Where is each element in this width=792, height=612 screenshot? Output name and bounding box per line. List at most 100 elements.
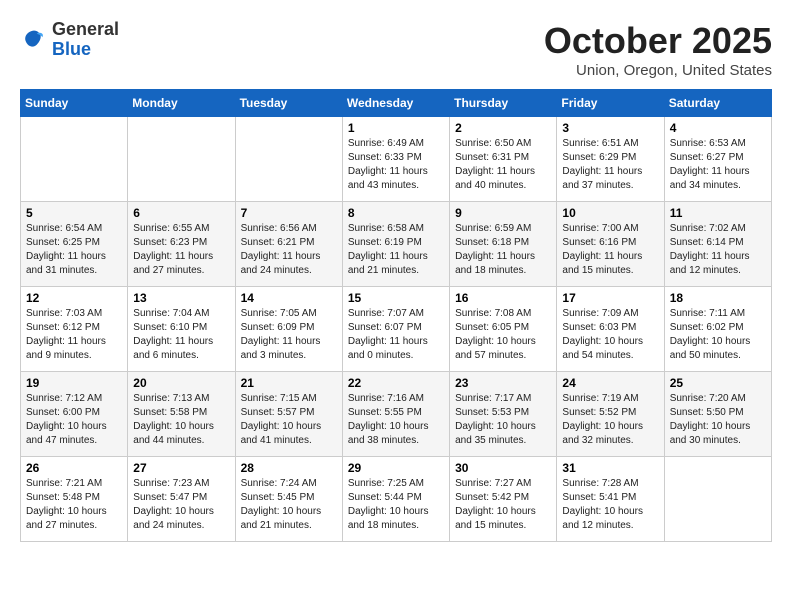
day-number: 18 (670, 291, 766, 305)
day-number: 9 (455, 206, 551, 220)
calendar-cell: 6 Sunrise: 6:55 AM Sunset: 6:23 PM Daylig… (128, 202, 235, 287)
day-number: 20 (133, 376, 229, 390)
day-number: 17 (562, 291, 658, 305)
day-info: Sunrise: 6:50 AM Sunset: 6:31 PM Dayligh… (455, 137, 551, 193)
logo-text: General Blue (52, 20, 119, 60)
calendar-cell: 13 Sunrise: 7:04 AM Sunset: 6:10 PM Dayli… (128, 287, 235, 372)
calendar-cell: 14 Sunrise: 7:05 AM Sunset: 6:09 PM Dayli… (235, 287, 342, 372)
day-info: Sunrise: 7:19 AM Sunset: 5:52 PM Dayligh… (562, 392, 658, 448)
calendar-cell: 28Sunrise: 7:24 AM Sunset: 5:45 PM Dayli… (235, 457, 342, 542)
day-info: Sunrise: 6:55 AM Sunset: 6:23 PM Dayligh… (133, 222, 229, 278)
calendar-cell: 29 Sunrise: 7:25 AM Sunset: 5:44 PM Dayli… (342, 457, 449, 542)
day-info: Sunrise: 7:03 AM Sunset: 6:12 PM Dayligh… (26, 307, 122, 363)
calendar-cell: 23 Sunrise: 7:17 AM Sunset: 5:53 PM Dayli… (450, 372, 557, 457)
weekday-header: Thursday (450, 90, 557, 117)
logo: General Blue (20, 20, 119, 60)
day-number: 21 (241, 376, 337, 390)
day-info: Sunrise: 7:11 AM Sunset: 6:02 PM Dayligh… (670, 307, 766, 363)
day-number: 7 (241, 206, 337, 220)
day-info: Sunrise: 7:00 AM Sunset: 6:16 PM Dayligh… (562, 222, 658, 278)
logo-bird-icon (20, 26, 48, 54)
day-info: Sunrise: 7:28 AM Sunset: 5:41 PM Dayligh… (562, 477, 658, 533)
day-number: 31 (562, 461, 658, 475)
day-number: 26 (26, 461, 122, 475)
day-number: 23 (455, 376, 551, 390)
weekday-header: Tuesday (235, 90, 342, 117)
weekday-header: Monday (128, 90, 235, 117)
day-info: Sunrise: 6:59 AM Sunset: 6:18 PM Dayligh… (455, 222, 551, 278)
day-number: 28 (241, 461, 337, 475)
day-info: Sunrise: 7:05 AM Sunset: 6:09 PM Dayligh… (241, 307, 337, 363)
logo-general: General (52, 19, 119, 39)
day-info: Sunrise: 6:51 AM Sunset: 6:29 PM Dayligh… (562, 137, 658, 193)
calendar-cell: 10 Sunrise: 7:00 AM Sunset: 6:16 PM Dayli… (557, 202, 664, 287)
day-number: 5 (26, 206, 122, 220)
day-info: Sunrise: 7:27 AM Sunset: 5:42 PM Dayligh… (455, 477, 551, 533)
weekday-header: Wednesday (342, 90, 449, 117)
day-number: 11 (670, 206, 766, 220)
calendar-subtitle: Union, Oregon, United States (544, 62, 772, 79)
calendar-cell: 27Sunrise: 7:23 AM Sunset: 5:47 PM Dayli… (128, 457, 235, 542)
day-info: Sunrise: 6:53 AM Sunset: 6:27 PM Dayligh… (670, 137, 766, 193)
calendar-cell: 25 Sunrise: 7:20 AM Sunset: 5:50 PM Dayli… (664, 372, 771, 457)
calendar-cell: 11Sunrise: 7:02 AM Sunset: 6:14 PM Dayli… (664, 202, 771, 287)
weekday-header: Sunday (21, 90, 128, 117)
day-number: 1 (348, 121, 444, 135)
calendar-cell: 16Sunrise: 7:08 AM Sunset: 6:05 PM Dayli… (450, 287, 557, 372)
day-info: Sunrise: 7:17 AM Sunset: 5:53 PM Dayligh… (455, 392, 551, 448)
day-info: Sunrise: 7:07 AM Sunset: 6:07 PM Dayligh… (348, 307, 444, 363)
day-number: 14 (241, 291, 337, 305)
day-info: Sunrise: 6:56 AM Sunset: 6:21 PM Dayligh… (241, 222, 337, 278)
calendar-cell: 8 Sunrise: 6:58 AM Sunset: 6:19 PM Daylig… (342, 202, 449, 287)
day-number: 6 (133, 206, 229, 220)
calendar-cell: 12 Sunrise: 7:03 AM Sunset: 6:12 PM Dayli… (21, 287, 128, 372)
day-number: 13 (133, 291, 229, 305)
day-info: Sunrise: 7:15 AM Sunset: 5:57 PM Dayligh… (241, 392, 337, 448)
calendar-cell: 31 Sunrise: 7:28 AM Sunset: 5:41 PM Dayli… (557, 457, 664, 542)
day-number: 8 (348, 206, 444, 220)
calendar-table: SundayMondayTuesdayWednesdayThursdayFrid… (20, 89, 772, 542)
calendar-cell: 17 Sunrise: 7:09 AM Sunset: 6:03 PM Dayli… (557, 287, 664, 372)
calendar-cell: 4 Sunrise: 6:53 AM Sunset: 6:27 PM Daylig… (664, 117, 771, 202)
logo-blue: Blue (52, 39, 91, 59)
day-info: Sunrise: 7:09 AM Sunset: 6:03 PM Dayligh… (562, 307, 658, 363)
calendar-cell: 22Sunrise: 7:16 AM Sunset: 5:55 PM Dayli… (342, 372, 449, 457)
calendar-cell: 26 Sunrise: 7:21 AM Sunset: 5:48 PM Dayli… (21, 457, 128, 542)
day-info: Sunrise: 6:49 AM Sunset: 6:33 PM Dayligh… (348, 137, 444, 193)
calendar-cell: 20 Sunrise: 7:13 AM Sunset: 5:58 PM Dayli… (128, 372, 235, 457)
calendar-cell: 24 Sunrise: 7:19 AM Sunset: 5:52 PM Dayli… (557, 372, 664, 457)
day-info: Sunrise: 6:58 AM Sunset: 6:19 PM Dayligh… (348, 222, 444, 278)
day-number: 12 (26, 291, 122, 305)
title-area: October 2025 Union, Oregon, United State… (544, 20, 772, 79)
day-number: 30 (455, 461, 551, 475)
day-number: 19 (26, 376, 122, 390)
calendar-cell: 5Sunrise: 6:54 AM Sunset: 6:25 PM Daylig… (21, 202, 128, 287)
day-number: 25 (670, 376, 766, 390)
calendar-cell: 9 Sunrise: 6:59 AM Sunset: 6:18 PM Daylig… (450, 202, 557, 287)
day-number: 29 (348, 461, 444, 475)
day-number: 2 (455, 121, 551, 135)
day-number: 10 (562, 206, 658, 220)
page-header: General Blue October 2025 Union, Oregon,… (20, 20, 772, 79)
calendar-cell: 21 Sunrise: 7:15 AM Sunset: 5:57 PM Dayli… (235, 372, 342, 457)
day-info: Sunrise: 7:20 AM Sunset: 5:50 PM Dayligh… (670, 392, 766, 448)
day-number: 4 (670, 121, 766, 135)
day-info: Sunrise: 7:25 AM Sunset: 5:44 PM Dayligh… (348, 477, 444, 533)
calendar-cell: 15Sunrise: 7:07 AM Sunset: 6:07 PM Dayli… (342, 287, 449, 372)
calendar-header: SundayMondayTuesdayWednesdayThursdayFrid… (21, 90, 772, 117)
calendar-cell: 1 Sunrise: 6:49 AM Sunset: 6:33 PM Daylig… (342, 117, 449, 202)
day-info: Sunrise: 7:13 AM Sunset: 5:58 PM Dayligh… (133, 392, 229, 448)
calendar-cell: 30 Sunrise: 7:27 AM Sunset: 5:42 PM Dayli… (450, 457, 557, 542)
day-number: 22 (348, 376, 444, 390)
calendar-cell: 2 Sunrise: 6:50 AM Sunset: 6:31 PM Daylig… (450, 117, 557, 202)
calendar-cell (235, 117, 342, 202)
calendar-title: October 2025 (544, 20, 772, 62)
day-number: 16 (455, 291, 551, 305)
day-info: Sunrise: 7:04 AM Sunset: 6:10 PM Dayligh… (133, 307, 229, 363)
day-number: 24 (562, 376, 658, 390)
calendar-cell (128, 117, 235, 202)
calendar-cell: 7 Sunrise: 6:56 AM Sunset: 6:21 PM Daylig… (235, 202, 342, 287)
calendar-cell: 18 Sunrise: 7:11 AM Sunset: 6:02 PM Dayli… (664, 287, 771, 372)
calendar-cell (664, 457, 771, 542)
day-info: Sunrise: 7:21 AM Sunset: 5:48 PM Dayligh… (26, 477, 122, 533)
